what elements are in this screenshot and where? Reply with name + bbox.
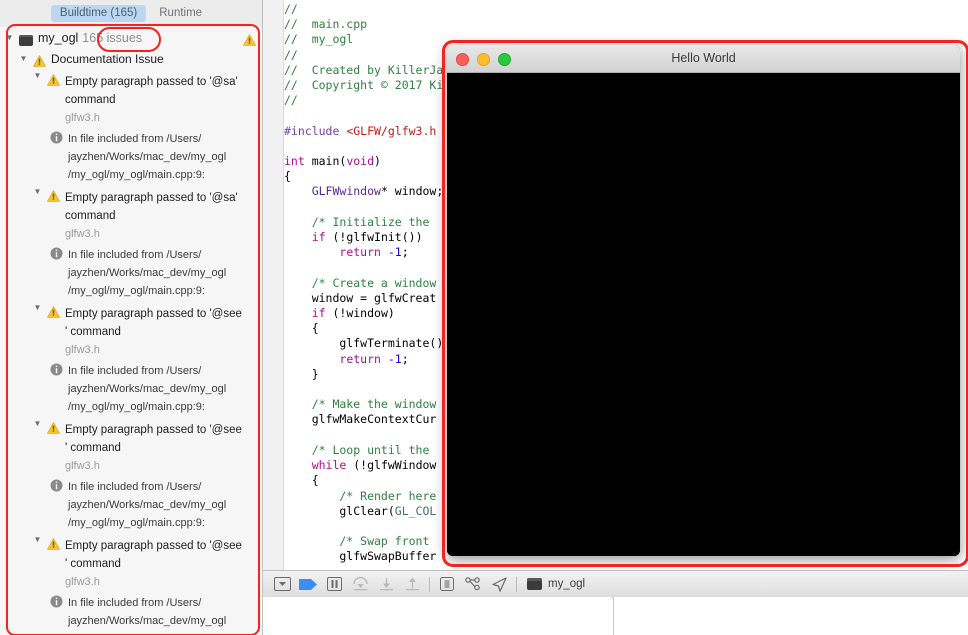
note-line: In file included from /Users/ [68,481,202,493]
note-line: /my_ogl/my_ogl/main.cpp:9: [68,285,205,297]
active-scheme[interactable]: my_ogl [527,578,585,590]
code-line: // [284,2,298,16]
info-circle-icon [50,595,63,608]
issue-title-cont: ' command [65,442,121,454]
step-out-icon[interactable] [399,573,425,595]
tree-row-note[interactable]: In file included from /Users/jayzhen/Wor… [0,590,262,635]
console-output[interactable]: 0x0000000100000f70 main + 176 7 libdyld.… [613,597,968,635]
group-label: Documentation Issue [51,52,164,66]
disclosure-triangle-icon[interactable]: ▼ [32,420,43,428]
code-line: // main.cpp [284,17,368,32]
tab-buildtime[interactable]: Buildtime (165) [50,5,147,22]
info-circle-icon [50,363,63,376]
hide-debug-area-icon[interactable] [269,573,295,595]
toolbar-separator-1 [429,576,430,592]
note-line: jayzhen/Works/mac_dev/my_ogl [68,151,227,163]
step-over-icon[interactable] [347,573,373,595]
warning-triangle-icon [243,33,256,46]
disclosure-triangle-icon[interactable]: ▼ [32,72,43,80]
issue-tree-body: ▼ my_ogl 165 issues ▼ Documentation Issue ▼ Em… [0,27,262,635]
hello-world-title: Hello World [671,51,736,65]
project-issue-count: 165 issues [82,31,143,45]
warning-triangle-icon [47,421,60,434]
warning-triangle-icon [33,54,46,67]
issue-title: Empty paragraph passed to '@see [65,424,242,436]
disclosure-triangle-icon[interactable]: ▼ [4,34,15,42]
warning-triangle-icon [47,73,60,86]
note-line: jayzhen/Works/mac_dev/my_ogl [68,615,227,627]
tree-row-note[interactable]: In file included from /Users/jayzhen/Wor… [0,474,262,533]
project-icon [19,34,33,46]
console-output-text: 0x0000000100000f70 main + 176 7 libdyld.… [616,613,968,635]
location-arrow-icon[interactable] [486,573,512,595]
issue-title: Empty paragraph passed to '@see [65,308,242,320]
tree-row-issue[interactable]: ▼ Empty paragraph passed to '@see ' comman… [0,533,262,590]
step-into-icon[interactable] [373,573,399,595]
pause-icon[interactable] [321,573,347,595]
issue-title: Empty paragraph passed to '@see [65,540,242,552]
tree-row-note[interactable]: In file included from /Users/jayzhen/Wor… [0,242,262,301]
warning-triangle-icon [47,189,60,202]
issue-tree[interactable]: ▼ my_ogl 165 issues ▼ Documentation Issue ▼ Em… [0,27,262,635]
issue-title-cont: command [65,94,116,106]
view-debug-icon[interactable] [434,573,460,595]
warning-triangle-icon [47,305,60,318]
note-line: jayzhen/Works/mac_dev/my_ogl [68,267,227,279]
issue-title-cont: ' command [65,558,121,570]
tree-row-issue[interactable]: ▼ Empty paragraph passed to '@sa' command g… [0,185,262,242]
tree-row-issue[interactable]: ▼ Empty paragraph passed to '@see ' comman… [0,417,262,474]
scheme-label: my_ogl [548,578,586,590]
note-line: jayzhen/Works/mac_dev/my_ogl [68,383,227,395]
note-line: In file included from /Users/ [68,365,202,377]
continue-flag-icon[interactable] [295,573,321,595]
issue-file: glfw3.h [65,112,100,124]
debug-toolbar: my_ogl [263,570,968,598]
hierarchy-icon[interactable] [460,573,486,595]
note-line: In file included from /Users/ [68,249,202,261]
issue-navigator-scope-tabs: Buildtime (165) Runtime [0,0,262,28]
issue-title-cont: command [65,210,116,222]
note-line: /my_ogl/my_ogl/main.cpp:9: [68,517,205,529]
tree-row-project[interactable]: ▼ my_ogl 165 issues [0,27,262,49]
warning-triangle-icon [47,537,60,550]
tree-row-note[interactable]: In file included from /Users/jayzhen/Wor… [0,126,262,185]
hello-world-window[interactable]: Hello World [447,45,960,556]
info-circle-icon [50,479,63,492]
issue-navigator-panel: Buildtime (165) Runtime ▼ my_ogl 165 issue… [0,0,263,635]
tree-row-group[interactable]: ▼ Documentation Issue [0,49,262,69]
app-root: Buildtime (165) Runtime ▼ my_ogl 165 issue… [0,0,968,635]
scheme-target-icon [527,578,542,590]
tree-row-note[interactable]: In file included from /Users/jayzhen/Wor… [0,358,262,417]
note-line: jayzhen/Works/mac_dev/my_ogl [68,499,227,511]
note-line: In file included from /Users/ [68,133,202,145]
hello-world-titlebar[interactable]: Hello World [447,45,960,73]
opengl-canvas[interactable] [447,73,960,556]
project-name: my_ogl [38,31,79,45]
issue-title-cont: ' command [65,326,121,338]
issue-title: Empty paragraph passed to '@sa' [65,76,238,88]
info-circle-icon [50,247,63,260]
editor-gutter [263,0,284,570]
note-line: /my_ogl/my_ogl/main.cpp:9: [68,401,205,413]
issue-file: glfw3.h [65,344,100,356]
issue-file: glfw3.h [65,228,100,240]
note-line: /my_ogl/my_ogl/main.cpp:9: [68,169,205,181]
toolbar-separator-2 [516,576,517,592]
tree-row-issue[interactable]: ▼ Empty paragraph passed to '@sa' command g… [0,69,262,126]
tree-row-issue[interactable]: ▼ Empty paragraph passed to '@see ' comman… [0,301,262,358]
variables-view[interactable] [263,597,612,635]
issue-title: Empty paragraph passed to '@sa' [65,192,238,204]
issue-file: glfw3.h [65,576,100,588]
issue-file: glfw3.h [65,460,100,472]
tab-runtime[interactable]: Runtime [150,5,211,22]
info-circle-icon [50,131,63,144]
disclosure-triangle-icon[interactable]: ▼ [18,55,29,63]
disclosure-triangle-icon[interactable]: ▼ [32,536,43,544]
disclosure-triangle-icon[interactable]: ▼ [32,304,43,312]
note-line: In file included from /Users/ [68,597,202,609]
disclosure-triangle-icon[interactable]: ▼ [32,188,43,196]
